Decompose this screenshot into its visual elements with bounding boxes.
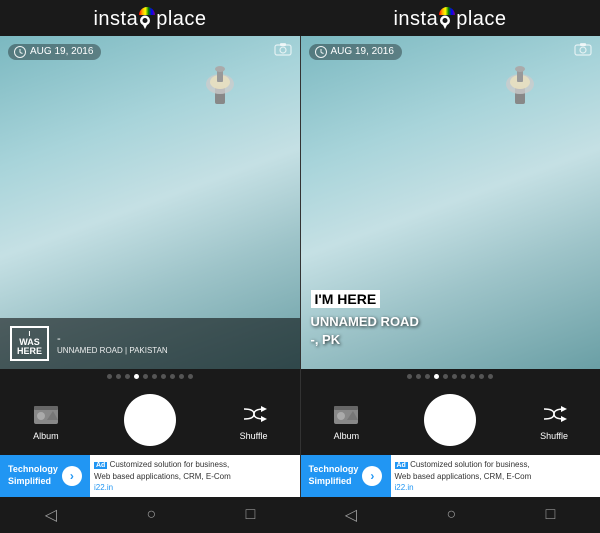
right-ad-left[interactable]: TechnologySimplified › <box>301 455 391 497</box>
left-date-badge: AUG 19, 2016 <box>8 44 101 60</box>
clock-icon-left <box>14 46 26 58</box>
dot <box>488 374 493 379</box>
clock-icon-right <box>315 46 327 58</box>
right-album-label: Album <box>334 431 360 441</box>
left-album-label: Album <box>33 431 59 441</box>
dot <box>188 374 193 379</box>
dot <box>425 374 430 379</box>
im-here-line: I'M HERE <box>311 290 381 309</box>
camera-icon-left[interactable] <box>274 42 292 61</box>
left-panel: AUG 19, 2016 I WAS HERE <box>0 36 300 497</box>
dot <box>161 374 166 379</box>
right-controls-row: Album Shuffle <box>301 383 600 455</box>
dot <box>170 374 175 379</box>
logo-rainbow-left <box>139 7 155 15</box>
right-location-sub: -, PK <box>311 331 591 349</box>
left-ad-left[interactable]: TechnologySimplified › <box>0 455 90 497</box>
right-ad-bar: TechnologySimplified › Ad Customized sol… <box>301 455 600 497</box>
was-here-badge: I WAS HERE <box>10 326 49 361</box>
right-ad-domain: i22.in <box>395 483 414 492</box>
im-here-text: I'M HERE <box>311 290 381 308</box>
dot <box>470 374 475 379</box>
nav-bar: ◁ ○ □ ◁ ○ □ <box>0 497 600 533</box>
right-ad-badge: Ad <box>395 462 408 469</box>
left-dots-row <box>0 369 300 383</box>
shuffle-icon-left <box>240 400 268 428</box>
dot <box>152 374 157 379</box>
title-insta-left: insta <box>93 8 138 31</box>
left-ad-content: Ad Customized solution for business,Web … <box>90 457 300 495</box>
right-camera-view: AUG 19, 2016 I'M HERE UNNAMED ROAD -, PK <box>301 36 600 369</box>
left-location-dash: - <box>57 333 168 345</box>
right-shuffle-button[interactable]: Shuffle <box>540 400 568 441</box>
left-ad-domain: i22.in <box>94 483 113 492</box>
left-shuffle-button[interactable]: Shuffle <box>240 400 268 441</box>
title-place-left: place <box>156 8 206 31</box>
dot <box>443 374 448 379</box>
badge-here: HERE <box>17 347 42 356</box>
dot <box>116 374 121 379</box>
right-panel: AUG 19, 2016 I'M HERE UNNAMED ROAD -, PK <box>300 36 600 497</box>
right-shutter-button[interactable] <box>424 394 476 446</box>
right-recent-button[interactable]: □ <box>534 502 568 528</box>
title-insta-right: insta <box>393 8 438 31</box>
left-location-address: UNNAMED ROAD | PAKISTAN <box>57 346 168 355</box>
right-ad-arrow[interactable]: › <box>362 466 382 486</box>
left-ad-left-text: TechnologySimplified <box>8 464 58 487</box>
app-title-left: insta place <box>93 8 206 31</box>
right-location-name: UNNAMED ROAD <box>311 313 591 331</box>
left-home-button[interactable]: ○ <box>134 502 168 528</box>
album-icon-right <box>332 400 360 428</box>
right-album-button[interactable]: Album <box>332 400 360 441</box>
left-top-bar: AUG 19, 2016 <box>0 36 300 67</box>
right-back-button[interactable]: ◁ <box>333 501 369 529</box>
left-album-button[interactable]: Album <box>32 400 60 441</box>
left-controls-row: Album Shuffle <box>0 383 300 455</box>
right-camera-overlay: I'M HERE UNNAMED ROAD -, PK <box>311 290 591 349</box>
album-icon-left <box>32 400 60 428</box>
right-ad-left-text: TechnologySimplified <box>309 464 359 487</box>
left-shuffle-label: Shuffle <box>240 431 268 441</box>
dot <box>479 374 484 379</box>
left-recent-button[interactable]: □ <box>234 502 268 528</box>
right-date-text: AUG 19, 2016 <box>331 46 394 57</box>
dot <box>461 374 466 379</box>
logo-pin-left <box>139 15 151 29</box>
left-shutter-button[interactable] <box>124 394 176 446</box>
right-top-bar: AUG 19, 2016 <box>301 36 600 67</box>
left-back-button[interactable]: ◁ <box>33 501 69 529</box>
right-dots-row <box>301 369 600 383</box>
left-ad-text: Customized solution for business,Web bas… <box>94 460 231 481</box>
dot <box>452 374 457 379</box>
left-date-text: AUG 19, 2016 <box>30 46 93 57</box>
logo-rainbow-right <box>439 7 455 15</box>
right-ad-content: Ad Customized solution for business,Web … <box>391 457 600 495</box>
logo-pin-right <box>439 15 451 29</box>
title-place-right: place <box>456 8 506 31</box>
right-ad-text: Customized solution for business,Web bas… <box>395 460 532 481</box>
camera-icon-right[interactable] <box>574 42 592 61</box>
shuffle-icon-right <box>540 400 568 428</box>
dot-active <box>134 374 139 379</box>
left-ad-bar: TechnologySimplified › Ad Customized sol… <box>0 455 300 497</box>
left-location-info: - UNNAMED ROAD | PAKISTAN <box>57 333 168 355</box>
main-panels: AUG 19, 2016 I WAS HERE <box>0 36 600 497</box>
dot <box>179 374 184 379</box>
dot-active <box>434 374 439 379</box>
dot <box>407 374 412 379</box>
dot <box>416 374 421 379</box>
right-home-button[interactable]: ○ <box>434 502 468 528</box>
app-header: insta place insta place <box>0 0 600 36</box>
right-date-badge: AUG 19, 2016 <box>309 44 402 60</box>
right-shuffle-label: Shuffle <box>540 431 568 441</box>
dot <box>107 374 112 379</box>
left-ad-badge: Ad <box>94 462 107 469</box>
app-title-right: insta place <box>393 8 506 31</box>
left-camera-view: AUG 19, 2016 I WAS HERE <box>0 36 300 369</box>
dot <box>125 374 130 379</box>
dot <box>143 374 148 379</box>
left-camera-overlay: I WAS HERE - UNNAMED ROAD | PAKISTAN <box>0 318 300 369</box>
left-ad-arrow[interactable]: › <box>62 466 82 486</box>
